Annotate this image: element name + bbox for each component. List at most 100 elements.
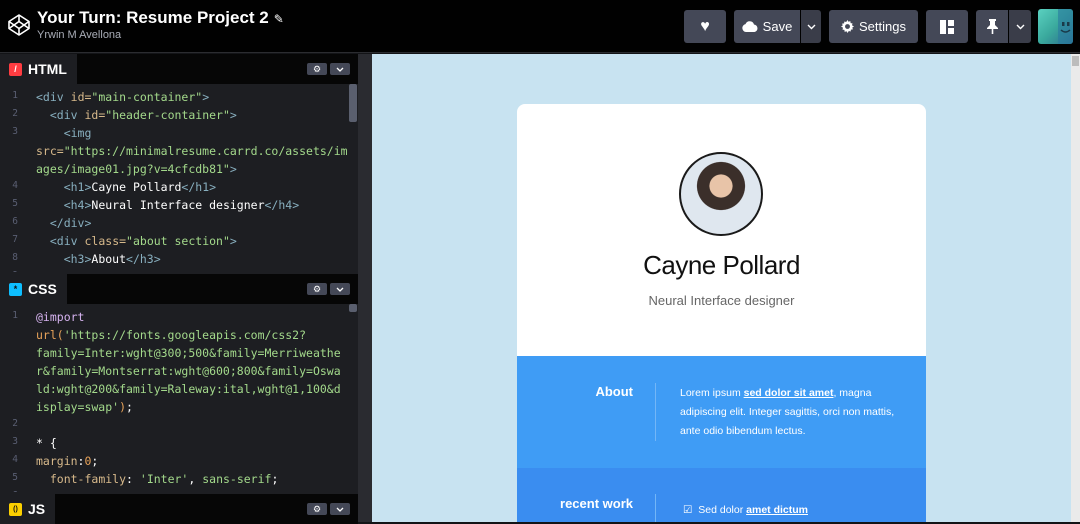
line-number: 6 xyxy=(0,490,28,492)
code-line[interactable]: <h4>Neural Interface designer</h4> xyxy=(36,196,344,214)
line-number: 6 xyxy=(12,216,18,227)
css-lang-icon: * xyxy=(9,282,22,296)
work-link[interactable]: amet dictum xyxy=(746,504,808,516)
codepen-logo-icon[interactable] xyxy=(7,13,31,37)
user-avatar[interactable] xyxy=(1038,9,1073,44)
change-view-button[interactable] xyxy=(926,10,968,43)
pin-icon xyxy=(986,19,998,34)
js-editor-settings-button[interactable]: ⚙ xyxy=(307,503,327,515)
preview-scrollbar-thumb[interactable] xyxy=(1072,56,1079,66)
css-editor-collapse-button[interactable] xyxy=(330,283,350,295)
html-editor-collapse-button[interactable] xyxy=(330,63,350,75)
code-line[interactable]: </div> xyxy=(36,214,344,232)
recent-work-item: ☑ Sed dolor amet dictum xyxy=(683,504,808,516)
code-line[interactable]: url('https://fonts.googleapis.com/css2? xyxy=(36,326,344,344)
chevron-down-icon xyxy=(1016,24,1024,29)
about-text-start: Lorem ipsum xyxy=(680,387,744,399)
code-line[interactable]: src="https://minimalresume.carrd.co/asse… xyxy=(36,142,348,160)
code-line[interactable]: } xyxy=(36,488,344,492)
code-line[interactable]: <div id="main-container"> xyxy=(36,88,344,106)
checkbox-icon: ☑ xyxy=(683,504,693,516)
chevron-down-icon xyxy=(336,287,344,292)
css-editor-tab[interactable]: * CSS xyxy=(0,274,67,304)
html-code-editor[interactable]: 1 <div id="main-container"> 2 <div id="hea… xyxy=(0,84,358,272)
code-line[interactable]: family=Inter:wght@300;500&family=Merriwe… xyxy=(36,344,344,362)
chevron-down-icon xyxy=(807,24,815,29)
recent-work-divider xyxy=(655,494,656,522)
css-editor-title: CSS xyxy=(28,281,57,297)
code-line[interactable]: ld:wght@200&family=Raleway:ital,wght@1,1… xyxy=(36,380,344,398)
code-line[interactable]: font-family: 'Inter', sans-serif; xyxy=(36,470,344,488)
js-editor-title: JS xyxy=(28,501,46,517)
pin-options-button[interactable] xyxy=(1009,10,1031,43)
code-line[interactable]: ages/image01.jpg?v=4cfcdb81"> xyxy=(36,160,344,178)
line-number: 2 xyxy=(12,108,18,119)
code-line[interactable]: <div class="line"></div> xyxy=(36,268,344,272)
about-text: Lorem ipsum sed dolor sit amet, magna ad… xyxy=(680,384,895,441)
code-line[interactable]: <div class="about section"> xyxy=(36,232,344,250)
line-number: 1 xyxy=(12,90,18,101)
code-line[interactable]: * { xyxy=(36,434,344,452)
about-link[interactable]: sed dolor sit amet xyxy=(744,387,834,399)
pen-title-text[interactable]: Your Turn: Resume Project 2 xyxy=(37,8,269,27)
gear-icon: ⚙ xyxy=(312,503,322,514)
author-name[interactable]: Yrwin M Avellona xyxy=(37,29,121,41)
js-editor-collapse-button[interactable] xyxy=(330,503,350,515)
cloud-icon xyxy=(741,21,758,32)
line-number: 9 xyxy=(0,270,28,272)
save-label: Save xyxy=(762,19,793,34)
html-editor-tab[interactable]: / HTML xyxy=(0,54,77,84)
html-editor-scrollbar[interactable] xyxy=(349,84,357,122)
js-editor-header: () JS ⚙ xyxy=(0,494,358,524)
about-heading: About xyxy=(595,384,633,399)
line-number: 8 xyxy=(12,252,18,263)
user-avatar-face-icon xyxy=(1058,9,1073,44)
html-lang-icon: / xyxy=(9,62,22,76)
pen-title[interactable]: Your Turn: Resume Project 2 ✎ xyxy=(37,8,284,28)
js-editor-tab[interactable]: () JS xyxy=(0,494,56,524)
html-editor-title: HTML xyxy=(28,61,67,77)
editors-column: / HTML ⚙ 1 <div id="main-container"> 2 <di… xyxy=(0,54,358,524)
line-number: 2 xyxy=(12,418,18,429)
line-number: 5 xyxy=(12,198,18,209)
css-editor-scrollbar[interactable] xyxy=(349,304,357,312)
heart-icon: ♥ xyxy=(700,17,710,35)
recent-work-heading: recent work xyxy=(560,496,633,511)
line-number: 3 xyxy=(12,126,18,137)
layout-icon xyxy=(940,19,954,34)
line-number: 3 xyxy=(12,436,18,447)
about-section: About Lorem ipsum sed dolor sit amet, ma… xyxy=(517,356,926,468)
settings-label: Settings xyxy=(859,19,906,34)
chevron-down-icon xyxy=(336,507,344,512)
pin-button[interactable] xyxy=(976,10,1008,43)
gear-icon xyxy=(841,20,854,33)
save-options-button[interactable] xyxy=(801,10,821,43)
line-number: 5 xyxy=(12,472,18,483)
settings-button[interactable]: Settings xyxy=(829,10,918,43)
line-number: 1 xyxy=(12,310,18,321)
work-text: Sed dolor xyxy=(698,504,747,516)
gear-icon: ⚙ xyxy=(312,63,322,74)
code-line[interactable]: <div id="header-container"> xyxy=(36,106,344,124)
code-line[interactable]: <h3>About</h3> xyxy=(36,250,344,268)
line-number: 7 xyxy=(12,234,18,245)
css-editor-settings-button[interactable]: ⚙ xyxy=(307,283,327,295)
heart-button[interactable]: ♥ xyxy=(684,10,726,43)
html-editor-settings-button[interactable]: ⚙ xyxy=(307,63,327,75)
save-button[interactable]: Save xyxy=(734,10,800,43)
line-number: 4 xyxy=(12,180,18,191)
html-editor-header: / HTML ⚙ xyxy=(0,54,358,84)
code-line[interactable]: r&family=Montserrat:wght@600;800&family=… xyxy=(36,362,344,380)
code-line[interactable]: isplay=swap'); xyxy=(36,398,344,416)
profile-photo xyxy=(679,152,763,236)
code-line[interactable]: @import xyxy=(36,308,344,326)
line-number: 4 xyxy=(12,454,18,465)
css-code-editor[interactable]: 1 @import url('https://fonts.googleapis.co… xyxy=(0,304,358,492)
code-line[interactable]: <img xyxy=(36,124,344,142)
preview-scrollbar[interactable] xyxy=(1071,54,1080,522)
resize-divider[interactable] xyxy=(358,54,372,522)
code-line[interactable]: <h1>Cayne Pollard</h1> xyxy=(36,178,344,196)
code-line[interactable]: margin:0; xyxy=(36,452,344,470)
about-divider xyxy=(655,383,656,441)
edit-title-icon[interactable]: ✎ xyxy=(274,12,284,26)
